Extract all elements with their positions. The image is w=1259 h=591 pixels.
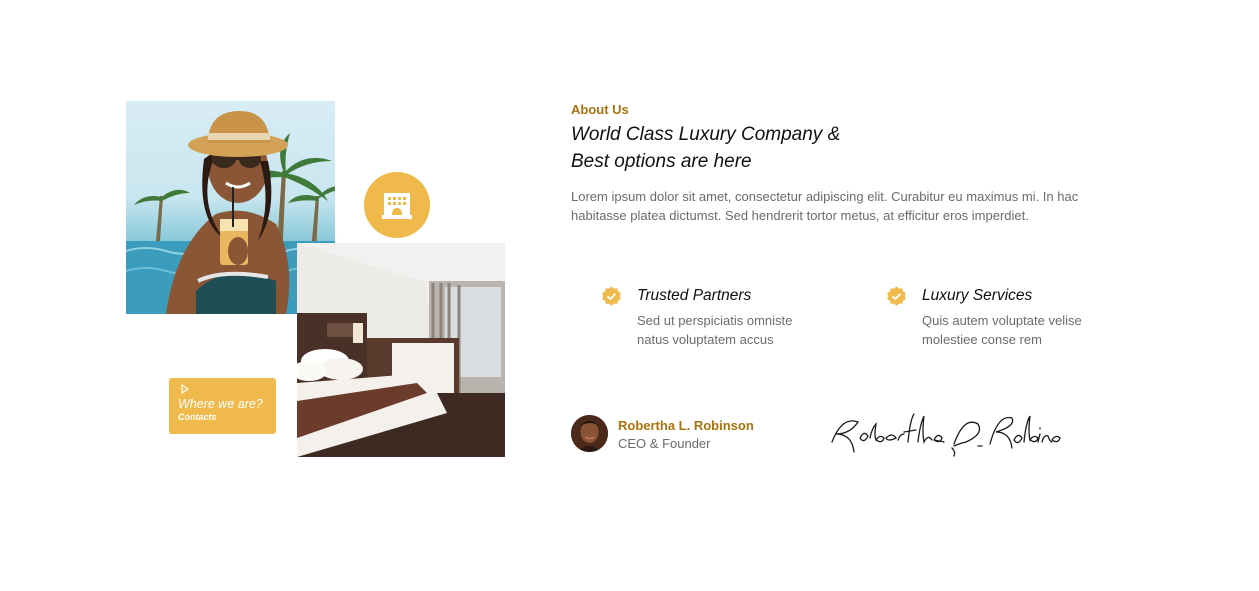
- feature-description: Quis autem voluptate velise molestiee co…: [922, 313, 1082, 347]
- section-eyebrow: About Us: [571, 102, 629, 117]
- feature-title: Trusted Partners: [637, 287, 752, 304]
- hotel-room-photo: [297, 243, 505, 457]
- hotel-badge: [364, 172, 430, 238]
- where-we-are-card[interactable]: Where we are? Contacts: [169, 378, 276, 434]
- section-headline: World Class Luxury Company & Best option…: [571, 121, 911, 175]
- signature-image: [831, 413, 1061, 457]
- feature-description: Sed ut perspiciatis omniste natus volupt…: [637, 313, 793, 347]
- author-name: Robertha L. Robinson: [618, 418, 754, 433]
- intro-paragraph: Lorem ipsum dolor sit amet, consectetur …: [571, 189, 1079, 223]
- headline-line-1: World Class Luxury Company &: [571, 124, 841, 145]
- hotel-building-icon: [382, 193, 412, 219]
- check-badge-icon: [887, 286, 906, 306]
- feature-title: Luxury Services: [922, 287, 1033, 304]
- where-we-are-title: Where we are?: [178, 397, 263, 411]
- author-role: CEO & Founder: [618, 436, 711, 451]
- headline-line-2: Best options are here: [571, 151, 752, 172]
- hotel-bedroom-illustration: [297, 243, 505, 457]
- play-icon[interactable]: [180, 384, 190, 394]
- check-badge-icon: [602, 286, 621, 306]
- author-portrait: [571, 415, 608, 452]
- author-avatar: [571, 415, 608, 452]
- contacts-link[interactable]: Contacts: [178, 412, 267, 422]
